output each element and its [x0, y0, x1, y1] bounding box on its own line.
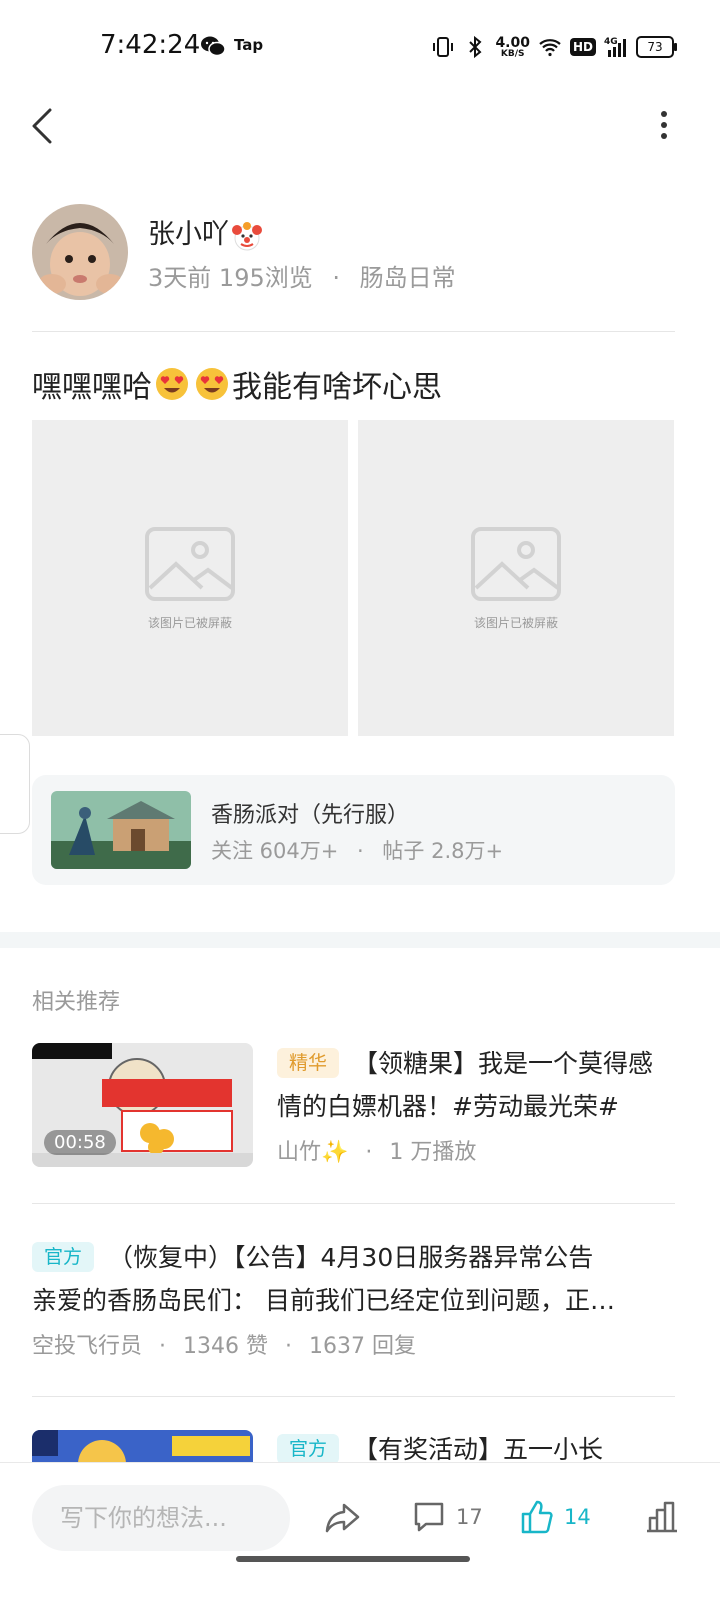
- cell-signal-icon: 4G: [604, 37, 626, 57]
- image-placeholder-icon: [471, 527, 561, 601]
- svg-text:4G: 4G: [604, 37, 618, 47]
- more-options-icon[interactable]: [648, 108, 680, 144]
- status-icons: 4.00 KB/S HD 4G 73: [431, 30, 677, 64]
- post-title: 嘿嘿嘿哈 我能有啥坏心思: [32, 362, 442, 406]
- ranking-button[interactable]: [644, 1497, 680, 1537]
- post-views: 195浏览: [218, 264, 313, 292]
- official-tag: 官方: [277, 1434, 340, 1464]
- recommend-title[interactable]: 官方 （恢复中）【公告】4月30日服务器异常公告 亲爱的香肠岛民们： 目前我们已经…: [32, 1236, 675, 1322]
- recommend-excerpt: 亲爱的香肠岛民们： 目前我们已经定位到问题，正…: [32, 1286, 615, 1315]
- divider: [32, 331, 675, 332]
- thumbs-up-icon: [521, 1500, 553, 1534]
- like-button[interactable]: 14: [520, 1497, 591, 1537]
- blocked-image[interactable]: 该图片已被屏蔽: [358, 420, 674, 736]
- game-posts: 帖子 2.8万+: [382, 839, 504, 863]
- recommend-author: 山竹✨: [277, 1140, 349, 1165]
- battery-indicator: 73: [636, 36, 677, 58]
- recommend-plays: 1 万播放: [389, 1140, 477, 1165]
- author-name-text: 张小吖: [148, 219, 229, 250]
- post-category[interactable]: 肠岛日常: [360, 264, 456, 292]
- game-name: 香肠派对（先行服）: [211, 803, 410, 828]
- status-bar: 7:42:24 Tap 4.00 KB/S HD 4G 73: [0, 0, 720, 92]
- network-speed: 4.00 KB/S: [495, 34, 530, 59]
- comment-button[interactable]: 17: [412, 1497, 483, 1537]
- featured-tag: 精华: [277, 1048, 340, 1078]
- comment-icon: [414, 1502, 444, 1532]
- clown-emoji-icon: [232, 221, 262, 250]
- meta-separator: ·: [357, 839, 364, 863]
- divider: [32, 1396, 675, 1397]
- related-section-title: 相关推荐: [32, 990, 121, 1015]
- author-name[interactable]: 张小吖: [148, 212, 263, 252]
- heart-eyes-emoji-icon: [156, 368, 188, 400]
- wechat-icon: [201, 36, 226, 57]
- comment-input[interactable]: 写下你的想法...: [32, 1485, 290, 1551]
- home-indicator[interactable]: [236, 1556, 470, 1562]
- vibrate-icon: [433, 37, 454, 57]
- recommend-title-text: 【有奖活动】五一小长: [353, 1435, 604, 1464]
- meta-separator: ·: [159, 1334, 167, 1359]
- side-drawer-handle[interactable]: [0, 734, 30, 834]
- post-detail-page: 7:42:24 Tap 4.00 KB/S HD 4G 73 张小吖 3天前 1…: [0, 0, 720, 1600]
- comment-count: 17: [456, 1505, 483, 1529]
- tap-app-icon: Tap: [234, 36, 264, 54]
- game-thumbnail: [51, 791, 191, 869]
- video-thumbnail[interactable]: 00:58: [32, 1043, 253, 1167]
- bluetooth-icon: [469, 35, 482, 59]
- author-avatar[interactable]: [32, 204, 128, 300]
- image-placeholder-icon: [145, 527, 235, 601]
- post-time: 3天前: [148, 264, 212, 292]
- share-icon: [325, 1503, 360, 1533]
- meta-separator: ·: [365, 1140, 373, 1165]
- recommend-likes: 1346 赞: [183, 1334, 268, 1359]
- post-meta: 3天前 195浏览 · 肠岛日常: [148, 258, 456, 293]
- divider: [32, 1203, 675, 1204]
- recommend-title[interactable]: 精华 【领糖果】我是一个莫得感情的白嫖机器！#劳动最光荣#: [277, 1042, 677, 1128]
- wifi-icon: [539, 39, 561, 57]
- bottom-action-bar: 写下你的想法... 17 14: [0, 1462, 720, 1600]
- like-count: 14: [564, 1505, 591, 1529]
- official-tag: 官方: [32, 1242, 95, 1272]
- recommend-title-text: （恢复中）【公告】4月30日服务器异常公告: [108, 1243, 594, 1272]
- game-card[interactable]: 香肠派对（先行服） 关注 604万+ · 帖子 2.8万+: [32, 775, 675, 885]
- meta-separator: ·: [285, 1334, 292, 1359]
- post-title-part-1: 嘿嘿嘿哈: [32, 370, 152, 405]
- recommend-author: 空投飞行员: [32, 1334, 143, 1359]
- image-blocked-text: 该图片已被屏蔽: [147, 616, 232, 630]
- video-duration: 00:58: [44, 1130, 116, 1155]
- hd-badge: HD: [569, 38, 596, 56]
- recommend-replies: 1637 回复: [309, 1334, 416, 1359]
- back-button[interactable]: [26, 104, 62, 148]
- recommend-meta: 空投飞行员 · 1346 赞 · 1637 回复: [32, 1328, 416, 1360]
- blocked-image[interactable]: 该图片已被屏蔽: [32, 420, 348, 736]
- section-divider: [0, 932, 720, 948]
- share-button[interactable]: [324, 1497, 362, 1537]
- recommend-meta: 山竹✨ · 1 万播放: [277, 1134, 476, 1166]
- bar-chart-icon: [647, 1501, 677, 1533]
- post-title-part-2: 我能有啥坏心思: [232, 370, 442, 405]
- heart-eyes-emoji-icon: [196, 368, 228, 400]
- meta-separator: ·: [332, 264, 341, 292]
- game-stats: 关注 604万+ · 帖子 2.8万+: [211, 835, 503, 865]
- status-time: 7:42:24: [100, 30, 201, 60]
- image-blocked-text: 该图片已被屏蔽: [473, 616, 558, 630]
- game-followers: 关注 604万+: [211, 839, 339, 863]
